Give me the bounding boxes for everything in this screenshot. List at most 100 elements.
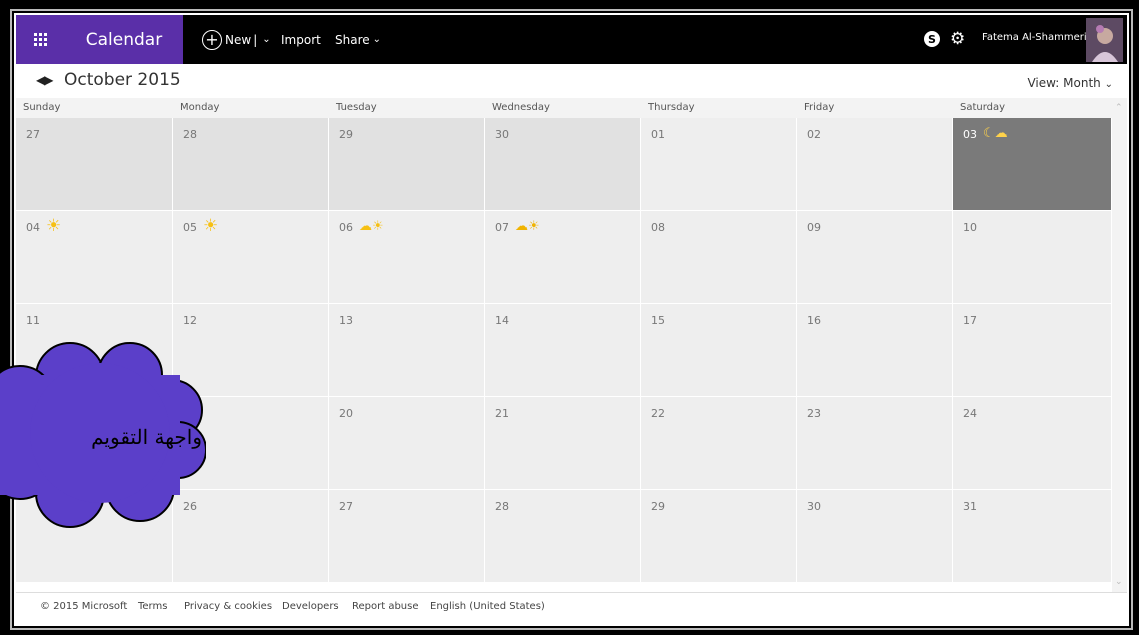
day-cell[interactable]: 08 — [641, 211, 797, 304]
gear-icon[interactable]: ⚙ — [950, 29, 965, 49]
day-cell[interactable]: 27 — [16, 118, 173, 211]
day-number: 05 — [183, 221, 197, 234]
avatar[interactable] — [1086, 18, 1123, 62]
top-bar: Calendar + New | ⌄ Import Share ⌄ S ⚙ Fa… — [16, 15, 1127, 64]
user-name[interactable]: Fatema Al-Shammeri — [982, 32, 1087, 43]
day-number: 14 — [495, 314, 509, 327]
nav-arrows: ◀▶ — [36, 73, 53, 87]
skype-icon[interactable]: S — [924, 31, 940, 47]
day-cell[interactable]: 29 — [329, 118, 485, 211]
copyright: © 2015 Microsoft — [40, 601, 128, 612]
day-number: 07 — [495, 221, 509, 234]
day-number: 29 — [651, 500, 665, 513]
day-cell[interactable]: 21 — [485, 397, 641, 490]
chevron-down-icon: ⌄ — [1104, 79, 1113, 90]
day-number: 31 — [963, 500, 977, 513]
day-number: 01 — [651, 128, 665, 141]
chevron-down-icon[interactable]: ⌄ — [262, 34, 270, 45]
avatar-image — [1086, 18, 1123, 62]
report-abuse-link[interactable]: Report abuse — [352, 601, 419, 612]
day-number: 06 — [339, 221, 353, 234]
day-cell[interactable]: 01 — [641, 118, 797, 211]
day-cell[interactable]: 05 ☀ — [173, 211, 329, 304]
day-cell[interactable]: 02 — [797, 118, 953, 211]
day-cell[interactable]: 07 ☁☀ — [485, 211, 641, 304]
new-label: New — [225, 32, 252, 47]
scroll-up-icon[interactable]: ⌃ — [1115, 103, 1123, 113]
calendar-toolbar: ◀▶ October 2015 View: Month ⌄ — [16, 64, 1127, 98]
day-number: 27 — [26, 128, 40, 141]
day-number: 10 — [963, 221, 977, 234]
footer: © 2015 Microsoft Terms Privacy & cookies… — [16, 592, 1127, 624]
day-cell[interactable]: 06 ☁☀ — [329, 211, 485, 304]
day-cell[interactable]: 30 — [485, 118, 641, 211]
day-number: 09 — [807, 221, 821, 234]
partly-sunny-icon: ☁☀ — [359, 219, 384, 234]
weekday-header: Thursday — [641, 98, 797, 118]
weekday-header: Tuesday — [329, 98, 485, 118]
sun-icon: ☀ — [203, 216, 219, 236]
day-cell[interactable]: 13 — [329, 304, 485, 397]
day-number: 27 — [339, 500, 353, 513]
scroll-down-icon[interactable]: ⌄ — [1115, 577, 1123, 587]
new-button[interactable]: + New | ⌄ — [202, 15, 271, 64]
day-number: 28 — [495, 500, 509, 513]
day-cell[interactable]: 17 — [953, 304, 1112, 397]
language-link[interactable]: English (United States) — [430, 601, 545, 612]
moon-cloud-icon: ☾☁ — [983, 126, 1008, 141]
day-cell[interactable]: 04 ☀ — [16, 211, 173, 304]
privacy-link[interactable]: Privacy & cookies — [184, 601, 272, 612]
day-cell[interactable]: 28 — [485, 490, 641, 583]
day-cell[interactable]: 29 — [641, 490, 797, 583]
day-number: 15 — [651, 314, 665, 327]
waffle-icon — [33, 32, 47, 46]
day-cell[interactable]: 03 ☾☁ — [953, 118, 1112, 211]
share-label: Share — [335, 32, 370, 47]
weekday-header: Monday — [173, 98, 329, 118]
day-number: 22 — [651, 407, 665, 420]
day-number: 20 — [339, 407, 353, 420]
weekday-header: Friday — [797, 98, 953, 118]
next-month-icon[interactable]: ▶ — [44, 73, 53, 87]
day-number: 28 — [183, 128, 197, 141]
day-number: 24 — [963, 407, 977, 420]
divider: | — [253, 32, 258, 47]
day-number: 08 — [651, 221, 665, 234]
terms-link[interactable]: Terms — [138, 601, 167, 612]
day-cell[interactable]: 24 — [953, 397, 1112, 490]
weekday-header: Sunday — [16, 98, 173, 118]
day-number: 17 — [963, 314, 977, 327]
day-cell[interactable]: 28 — [173, 118, 329, 211]
day-cell[interactable]: 10 — [953, 211, 1112, 304]
plus-icon: + — [202, 29, 222, 50]
previous-month-icon[interactable]: ◀ — [36, 73, 45, 87]
chevron-down-icon: ⌄ — [372, 34, 382, 45]
sun-icon: ☀ — [46, 216, 62, 236]
app-title[interactable]: Calendar — [65, 15, 183, 64]
day-number: 29 — [339, 128, 353, 141]
day-cell[interactable]: 27 — [329, 490, 485, 583]
day-cell[interactable]: 31 — [953, 490, 1112, 583]
share-button[interactable]: Share ⌄ — [335, 15, 381, 64]
weekday-header: Saturday — [953, 98, 1112, 118]
day-number: 23 — [807, 407, 821, 420]
day-cell[interactable]: 22 — [641, 397, 797, 490]
view-label: View: Month — [1027, 76, 1101, 90]
day-number: 16 — [807, 314, 821, 327]
day-number: 21 — [495, 407, 509, 420]
month-title[interactable]: October 2015 — [64, 70, 181, 90]
callout-text: واجهة التقويم — [91, 425, 202, 449]
day-cell[interactable]: 20 — [329, 397, 485, 490]
app-launcher-button[interactable] — [16, 15, 65, 64]
import-button[interactable]: Import — [281, 15, 321, 64]
day-cell[interactable]: 16 — [797, 304, 953, 397]
day-cell[interactable]: 14 — [485, 304, 641, 397]
day-cell[interactable]: 23 — [797, 397, 953, 490]
day-cell[interactable]: 15 — [641, 304, 797, 397]
day-cell[interactable]: 09 — [797, 211, 953, 304]
day-cell[interactable]: 30 — [797, 490, 953, 583]
view-selector[interactable]: View: Month ⌄ — [1027, 76, 1113, 90]
developers-link[interactable]: Developers — [282, 601, 339, 612]
day-number: 02 — [807, 128, 821, 141]
scrollbar[interactable]: ⌃ ⌄ — [1112, 98, 1127, 592]
